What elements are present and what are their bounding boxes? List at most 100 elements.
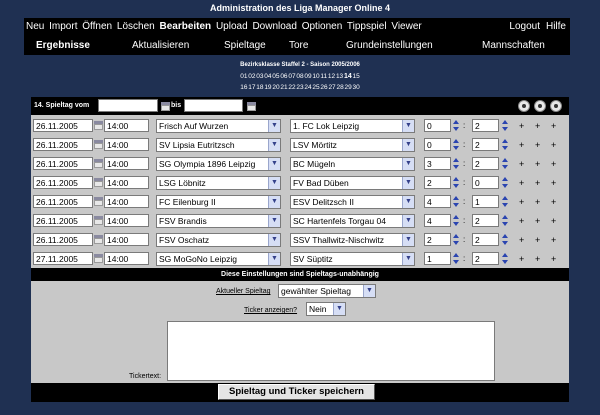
match-date-input[interactable]: 27.11.2005 [33,252,93,265]
away-goals-input[interactable]: 0 [472,176,499,189]
calendar-icon[interactable] [94,216,103,225]
menu-item-8[interactable]: Tippspiel [347,21,387,32]
matchday-link[interactable]: 09 [304,73,311,80]
calendar-icon[interactable] [94,254,103,263]
match-time-input[interactable]: 14:00 [104,176,149,189]
add-button[interactable]: + [519,197,524,207]
home-goals-input[interactable]: 2 [424,176,451,189]
matchday-link[interactable]: 13 [336,73,343,80]
tab-0[interactable]: Ergebnisse [36,40,90,51]
match-time-input[interactable]: 14:00 [104,119,149,132]
home-goals-spinner[interactable] [453,177,459,189]
add-button[interactable]: + [551,121,556,131]
away-goals-spinner[interactable] [502,215,508,227]
tab-2[interactable]: Spieltage [224,40,266,51]
home-goals-input[interactable]: 3 [424,157,451,170]
date-from-input[interactable]: 26.11.2005 [98,99,158,112]
away-goals-input[interactable]: 2 [472,157,499,170]
matchday-link[interactable]: 30 [352,84,359,91]
add-button[interactable]: + [535,178,540,188]
match-time-input[interactable]: 14:00 [104,195,149,208]
menu-item-7[interactable]: Optionen [302,21,343,32]
away-team-select[interactable]: SC Hartenfels Torgau 04 ▼ [290,214,415,228]
match-date-input[interactable]: 26.11.2005 [33,176,93,189]
home-goals-input[interactable]: 4 [424,214,451,227]
add-button[interactable]: + [519,159,524,169]
matchday-link[interactable]: 14 [344,73,352,80]
home-team-select[interactable]: FSV Brandis ▼ [156,214,281,228]
add-button[interactable]: + [551,235,556,245]
matchday-link[interactable]: 28 [336,84,343,91]
match-date-input[interactable]: 26.11.2005 [33,233,93,246]
ticker-select[interactable]: Nein ▼ [306,302,346,316]
home-goals-spinner[interactable] [453,196,459,208]
match-date-input[interactable]: 26.11.2005 [33,157,93,170]
save-button[interactable]: Spieltag und Ticker speichern [218,384,375,400]
home-team-select[interactable]: SG Olympia 1896 Leipzig ▼ [156,157,281,171]
away-goals-input[interactable]: 2 [472,119,499,132]
home-goals-input[interactable]: 0 [424,119,451,132]
away-goals-spinner[interactable] [502,120,508,132]
calendar-icon[interactable] [247,102,256,111]
tab-3[interactable]: Tore [289,40,308,51]
matchday-link[interactable]: 12 [328,73,335,80]
match-date-input[interactable]: 26.11.2005 [33,214,93,227]
add-button[interactable]: + [535,216,540,226]
tickertext-input[interactable] [167,321,495,381]
add-button[interactable]: + [551,140,556,150]
calendar-icon[interactable] [94,178,103,187]
matchday-link[interactable]: 02 [248,73,255,80]
matchday-link[interactable]: 26 [320,84,327,91]
menu-item-6[interactable]: Download [252,21,296,32]
add-button[interactable]: + [535,140,540,150]
add-button[interactable]: + [535,235,540,245]
matchday-link[interactable]: 25 [312,84,319,91]
matchday-link[interactable]: 24 [304,84,311,91]
away-team-select[interactable]: FV Bad Düben ▼ [290,176,415,190]
add-button[interactable]: + [519,178,524,188]
away-goals-input[interactable]: 2 [472,233,499,246]
away-team-select[interactable]: SV Süptitz ▼ [290,252,415,266]
matchday-link[interactable]: 06 [280,73,287,80]
menu-item-3[interactable]: Löschen [117,21,155,32]
matchday-link[interactable]: 08 [296,73,303,80]
add-button[interactable]: + [551,197,556,207]
away-team-select[interactable]: BC Mügeln ▼ [290,157,415,171]
add-button[interactable]: + [551,216,556,226]
away-goals-input[interactable]: 1 [472,195,499,208]
home-goals-spinner[interactable] [453,120,459,132]
add-button[interactable]: + [535,197,540,207]
home-goals-spinner[interactable] [453,139,459,151]
matchday-link[interactable]: 20 [272,84,279,91]
match-time-input[interactable]: 14:00 [104,233,149,246]
matchday-link[interactable]: 17 [248,84,255,91]
matchday-link[interactable]: 27 [328,84,335,91]
home-team-select[interactable]: LSG Löbnitz ▼ [156,176,281,190]
away-goals-spinner[interactable] [502,253,508,265]
matchday-link[interactable]: 19 [264,84,271,91]
home-goals-input[interactable]: 4 [424,195,451,208]
edit-icon[interactable] [534,100,546,112]
matchday-link[interactable]: 10 [312,73,319,80]
help-link[interactable]: Hilfe [546,21,566,32]
away-goals-spinner[interactable] [502,158,508,170]
away-team-select[interactable]: ESV Delitzsch II ▼ [290,195,415,209]
home-team-select[interactable]: SV Lipsia Eutritzsch ▼ [156,138,281,152]
add-button[interactable]: + [551,254,556,264]
add-button[interactable]: + [519,235,524,245]
menu-item-2[interactable]: Öffnen [82,21,112,32]
home-goals-input[interactable]: 0 [424,138,451,151]
add-button[interactable]: + [535,121,540,131]
away-goals-input[interactable]: 2 [472,252,499,265]
away-goals-spinner[interactable] [502,234,508,246]
tab-1[interactable]: Aktualisieren [132,40,189,51]
home-team-select[interactable]: FSV Oschatz ▼ [156,233,281,247]
away-team-select[interactable]: 1. FC Lok Leipzig ▼ [290,119,415,133]
date-to-input[interactable]: 27.11.2005 [184,99,243,112]
settings-icon[interactable] [518,100,530,112]
home-goals-input[interactable]: 1 [424,252,451,265]
menu-item-0[interactable]: Neu [26,21,44,32]
match-time-input[interactable]: 14:00 [104,214,149,227]
current-matchday-select[interactable]: gewählter Spieltag ▼ [278,284,376,298]
add-button[interactable]: + [535,159,540,169]
